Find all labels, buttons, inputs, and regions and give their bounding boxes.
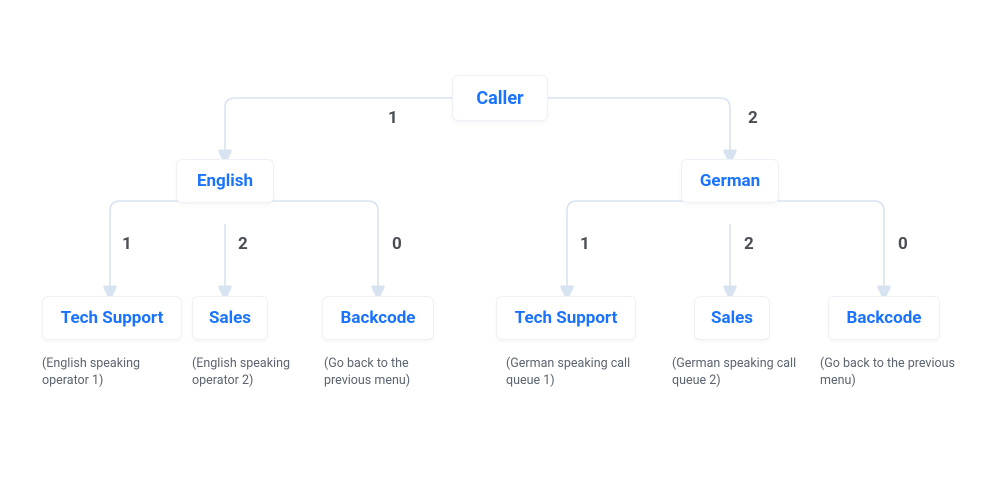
- node-de-sales-label: Sales: [711, 308, 753, 328]
- node-de-tech: Tech Support: [496, 296, 636, 340]
- desc-de-back: (Go back to the previous menu): [820, 356, 980, 390]
- edge-de-tech-num: 1: [580, 234, 590, 254]
- edge-de-sales-num: 2: [744, 234, 754, 254]
- edge-de-back-num: 0: [898, 234, 908, 254]
- node-caller: Caller: [452, 75, 548, 121]
- edge-root-german-num: 2: [748, 108, 758, 128]
- node-en-sales: Sales: [192, 296, 268, 340]
- edge-en-sales-num: 2: [238, 234, 248, 254]
- desc-en-tech: (English speaking operator 1): [42, 356, 182, 390]
- edge-root-english-num: 1: [388, 108, 398, 128]
- node-en-tech: Tech Support: [42, 296, 182, 340]
- node-de-sales: Sales: [694, 296, 770, 340]
- desc-de-sales: (German speaking call queue 2): [672, 356, 812, 390]
- node-caller-label: Caller: [476, 88, 523, 109]
- node-de-tech-label: Tech Support: [515, 308, 618, 328]
- node-german-label: German: [700, 171, 760, 191]
- node-en-back-label: Backcode: [341, 308, 416, 328]
- node-english-label: English: [197, 171, 253, 191]
- node-german: German: [681, 159, 779, 203]
- desc-en-sales: (English speaking operator 2): [192, 356, 312, 390]
- desc-en-back: (Go back to the previous menu): [324, 356, 444, 390]
- node-de-back-label: Backcode: [847, 308, 922, 328]
- node-en-tech-label: Tech Support: [61, 308, 164, 328]
- node-en-back: Backcode: [322, 296, 434, 340]
- node-english: English: [176, 159, 274, 203]
- edge-en-back-num: 0: [392, 234, 402, 254]
- desc-de-tech: (German speaking call queue 1): [506, 356, 646, 390]
- node-de-back: Backcode: [828, 296, 940, 340]
- node-en-sales-label: Sales: [209, 308, 251, 328]
- edge-en-tech-num: 1: [122, 234, 132, 254]
